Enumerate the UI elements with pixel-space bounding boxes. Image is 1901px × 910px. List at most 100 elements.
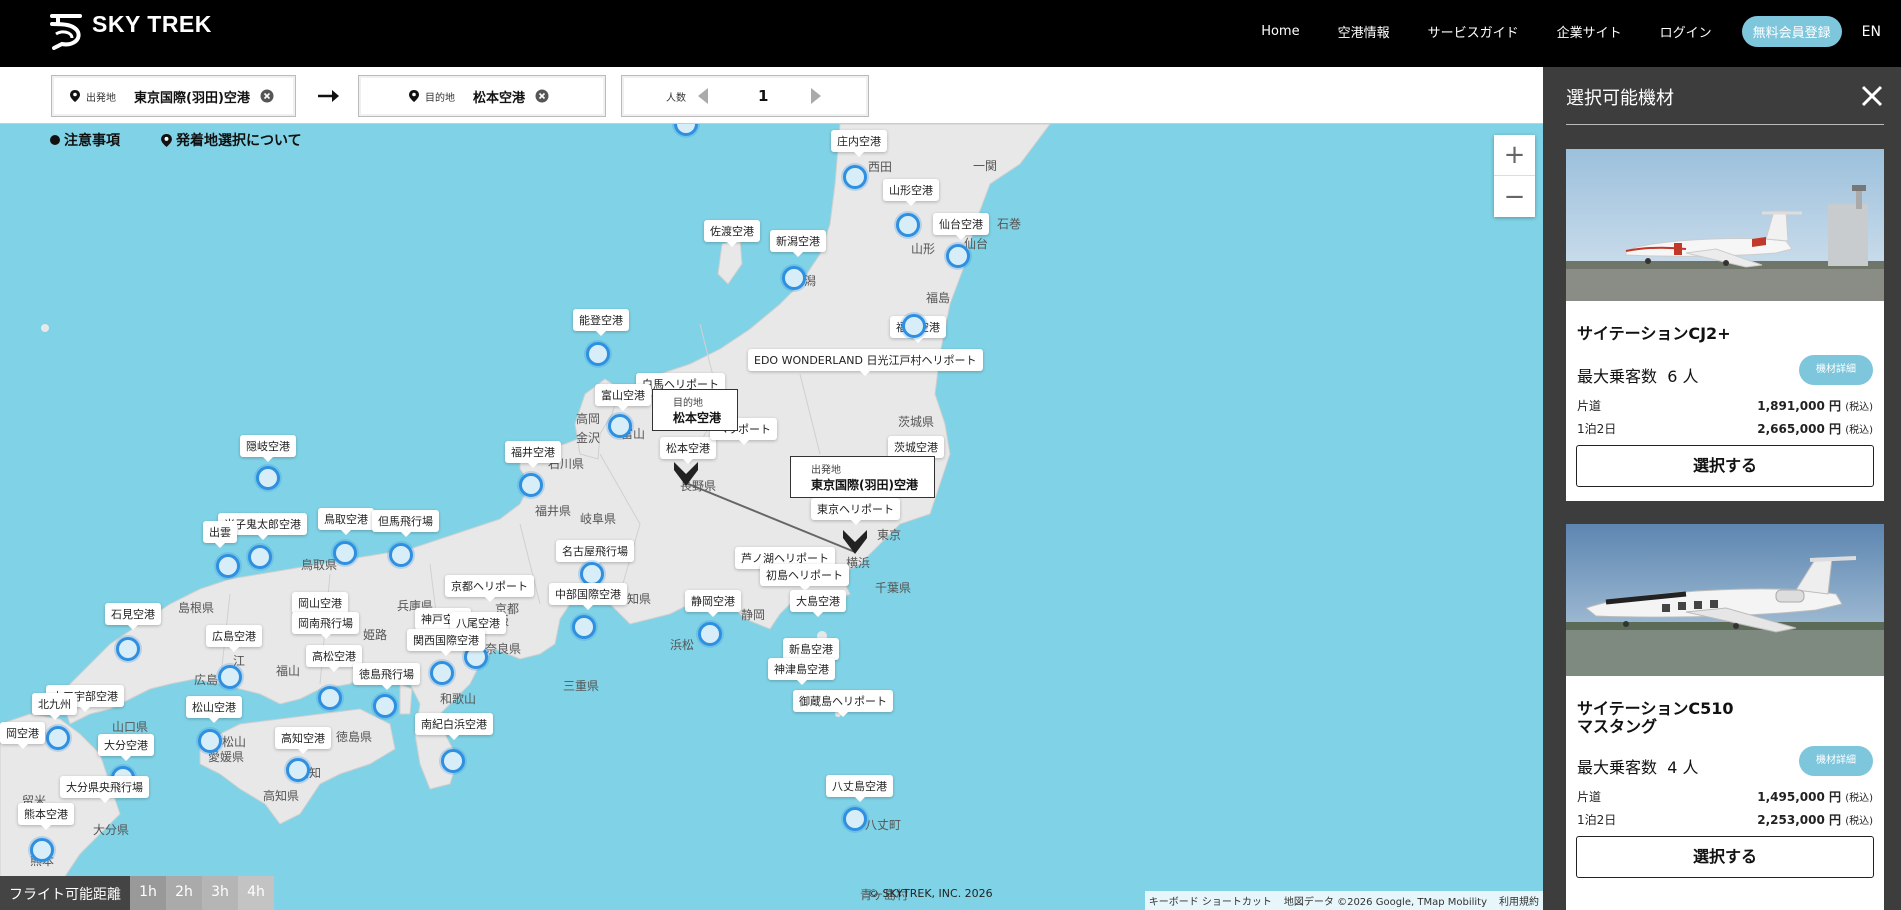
- airport-label[interactable]: 大分空港: [98, 734, 154, 761]
- airport-marker[interactable]: [256, 466, 280, 490]
- airport-label[interactable]: 高知空港: [275, 727, 331, 754]
- airport-marker[interactable]: [946, 244, 970, 268]
- select-aircraft-button[interactable]: 選択する: [1576, 836, 1874, 878]
- airport-marker[interactable]: [30, 838, 54, 862]
- range-option-3h[interactable]: 3h: [202, 876, 238, 910]
- airport-marker[interactable]: [572, 615, 596, 639]
- airport-label[interactable]: 山形空港: [883, 179, 939, 206]
- site-logo[interactable]: SKY TREK: [48, 10, 212, 50]
- airport-label[interactable]: 御蔵島ヘリポート: [793, 690, 893, 717]
- terms-link[interactable]: 利用規約: [1499, 893, 1539, 908]
- airport-label[interactable]: 庄内空港: [831, 130, 887, 157]
- airport-marker[interactable]: [519, 473, 543, 497]
- airport-label[interactable]: 但馬飛行場: [372, 510, 439, 537]
- destination-value: 松本空港: [473, 90, 526, 106]
- airport-marker[interactable]: [318, 686, 342, 710]
- airport-label[interactable]: 徳島飛行場: [353, 663, 420, 690]
- airport-label[interactable]: EDO WONDERLAND 日光江戸村ヘリポート: [748, 349, 983, 376]
- airport-label[interactable]: 岡山空港: [292, 592, 348, 619]
- airport-label[interactable]: 熊本空港: [18, 803, 74, 830]
- airport-marker[interactable]: [430, 661, 454, 685]
- airport-marker[interactable]: [843, 165, 867, 189]
- range-option-4h[interactable]: 4h: [238, 876, 274, 910]
- route-map[interactable]: 注意事項 発着地選択について 一関石巻仙台山形新潟福島茨城県東京横浜千葉県高岡金…: [0, 124, 1543, 910]
- airport-marker[interactable]: [333, 541, 357, 565]
- nav-corporate-site[interactable]: 企業サイト: [1557, 22, 1622, 41]
- airport-marker[interactable]: [389, 543, 413, 567]
- airport-label[interactable]: 出雲: [203, 521, 237, 548]
- airport-label[interactable]: 大分県央飛行場: [60, 776, 149, 803]
- airport-marker[interactable]: [896, 213, 920, 237]
- airport-label[interactable]: 京都ヘリポート: [445, 575, 534, 602]
- airport-marker[interactable]: [248, 545, 272, 569]
- airport-label[interactable]: 隠岐空港: [240, 435, 296, 462]
- signup-button[interactable]: 無料会員登録: [1741, 16, 1842, 47]
- airport-marker[interactable]: [843, 807, 867, 831]
- airport-label[interactable]: 中部国際空港: [549, 583, 627, 610]
- airport-label[interactable]: 関西国際空港: [407, 629, 485, 656]
- clear-origin-icon[interactable]: [260, 89, 274, 103]
- airport-marker[interactable]: [698, 622, 722, 646]
- nav-login[interactable]: ログイン: [1660, 22, 1712, 41]
- airport-marker[interactable]: [373, 694, 397, 718]
- place-name: 鳥取県: [301, 558, 338, 572]
- close-icon[interactable]: [1861, 85, 1883, 107]
- aircraft-detail-button[interactable]: 機材詳細: [1799, 355, 1873, 385]
- notice-link[interactable]: 注意事項: [50, 130, 120, 150]
- airport-marker[interactable]: [608, 414, 632, 438]
- nav-airport-info[interactable]: 空港情報: [1338, 22, 1390, 41]
- airport-marker[interactable]: [198, 729, 222, 753]
- aircraft-detail-button[interactable]: 機材詳細: [1799, 746, 1873, 776]
- airport-marker[interactable]: [441, 749, 465, 773]
- airport-marker[interactable]: [218, 665, 242, 689]
- language-switch[interactable]: EN: [1862, 24, 1881, 40]
- airport-label[interactable]: 佐渡空港: [704, 220, 760, 247]
- airport-label[interactable]: 松本空港: [660, 437, 716, 464]
- selection-info-link[interactable]: 発着地選択について: [161, 130, 302, 150]
- airport-label[interactable]: 鳥取空港: [318, 508, 374, 535]
- airport-label[interactable]: 初島ヘリポート: [760, 564, 849, 591]
- airport-label[interactable]: 岡空港: [0, 722, 45, 749]
- airport-label[interactable]: 能登空港: [573, 309, 629, 336]
- airport-label[interactable]: 東京ヘリポート: [811, 498, 900, 525]
- passenger-increase-icon[interactable]: [811, 88, 821, 104]
- airport-label[interactable]: 仙台空港: [933, 213, 989, 240]
- airport-label[interactable]: 南紀白浜空港: [415, 713, 493, 740]
- airport-label[interactable]: 広島空港: [206, 625, 262, 652]
- airport-marker[interactable]: [902, 314, 926, 338]
- passenger-decrease-icon[interactable]: [698, 88, 708, 104]
- keyboard-shortcuts-link[interactable]: キーボード ショートカット: [1149, 893, 1272, 908]
- airport-marker[interactable]: [782, 266, 806, 290]
- nav-home[interactable]: Home: [1261, 24, 1299, 39]
- airport-label[interactable]: 松山空港: [186, 696, 242, 723]
- zoom-in-button[interactable]: +: [1494, 135, 1535, 176]
- select-aircraft-button[interactable]: 選択する: [1576, 445, 1874, 487]
- range-option-1h[interactable]: 1h: [130, 876, 166, 910]
- airport-marker[interactable]: [46, 726, 70, 750]
- airport-label[interactable]: 静岡空港: [685, 590, 741, 617]
- airport-marker[interactable]: [116, 637, 140, 661]
- origin-field[interactable]: 出発地 東京国際(羽田)空港: [51, 75, 296, 117]
- airport-label[interactable]: 富山空港: [595, 384, 651, 411]
- destination-field[interactable]: 目的地 松本空港: [358, 75, 606, 117]
- airport-label[interactable]: 名古屋飛行場: [556, 540, 634, 567]
- airport-label[interactable]: 岡南飛行場: [292, 612, 359, 639]
- range-option-2h[interactable]: 2h: [166, 876, 202, 910]
- info-icon: [50, 135, 60, 145]
- airport-label[interactable]: 福井空港: [505, 441, 561, 468]
- airport-label[interactable]: 石見空港: [105, 603, 161, 630]
- airport-label[interactable]: 新島空港: [783, 638, 839, 665]
- nav-service-guide[interactable]: サービスガイド: [1428, 22, 1519, 41]
- airport-label[interactable]: 神津島空港: [768, 658, 835, 685]
- airport-marker[interactable]: [286, 758, 310, 782]
- airport-label[interactable]: 茨城空港: [888, 436, 944, 463]
- airport-marker[interactable]: [216, 554, 240, 578]
- airport-label[interactable]: 北九州: [32, 693, 77, 720]
- place-name: 徳島県: [336, 730, 373, 744]
- airport-label[interactable]: 大島空港: [790, 590, 846, 617]
- airport-label[interactable]: 八丈島空港: [826, 775, 893, 802]
- zoom-out-button[interactable]: −: [1494, 176, 1535, 217]
- clear-destination-icon[interactable]: [535, 89, 549, 103]
- airport-label[interactable]: 新潟空港: [770, 230, 826, 257]
- airport-marker[interactable]: [586, 342, 610, 366]
